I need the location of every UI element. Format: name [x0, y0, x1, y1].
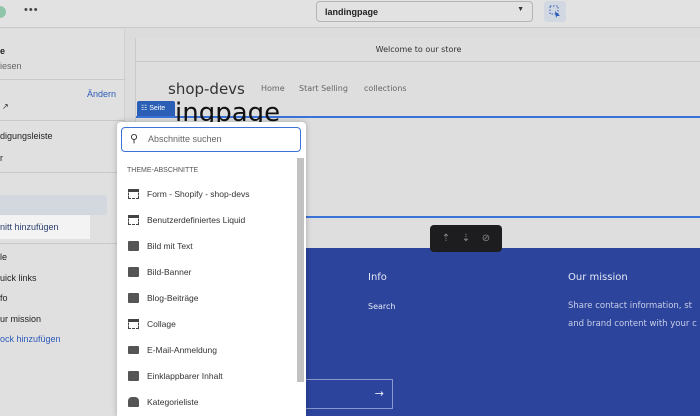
newsletter-input[interactable]: →: [296, 379, 393, 409]
option-label: Kategorieliste: [147, 397, 199, 407]
option-label: Einklappbarer Inhalt: [147, 371, 223, 381]
nav-collections[interactable]: collections: [364, 84, 407, 93]
sidebar-item[interactable]: le: [0, 252, 7, 262]
option-label: Blog-Beiträge: [147, 293, 199, 303]
image-icon: [128, 267, 139, 277]
section-icon: [128, 215, 139, 225]
change-link[interactable]: Ändern: [87, 89, 116, 99]
section-option[interactable]: Kategorieliste: [117, 389, 295, 415]
sidebar-item-announcement-bar[interactable]: digungsleiste: [0, 131, 53, 141]
section-option[interactable]: Collage: [117, 311, 295, 337]
option-label: Form - Shopify - shop-devs: [147, 189, 250, 199]
sidebar-text: e: [0, 46, 6, 56]
sidebar-item-quick-links[interactable]: uick links: [0, 273, 37, 283]
section-tag[interactable]: ☷ Seite: [137, 101, 175, 116]
section-tag-label: Seite: [149, 105, 166, 112]
footer-mission-heading: Our mission: [568, 272, 628, 283]
group-heading: THEME-ABSCHNITTE: [127, 167, 199, 174]
arrow-right-icon[interactable]: →: [375, 387, 384, 400]
section-option[interactable]: Bild mit Text: [117, 233, 295, 259]
section-search-input[interactable]: ⚲ Abschnitte suchen: [121, 127, 301, 152]
blog-icon: [128, 293, 139, 303]
external-link-icon[interactable]: ↗: [2, 102, 9, 111]
avatar[interactable]: [0, 6, 6, 18]
section-option[interactable]: E-Mail-Anmeldung: [117, 337, 295, 363]
nav-home[interactable]: Home: [261, 84, 285, 93]
hide-icon[interactable]: ⊘: [482, 233, 490, 244]
section-option[interactable]: Form - Shopify - shop-devs: [117, 181, 295, 207]
move-down-icon[interactable]: ⇣: [462, 233, 470, 244]
store-logo[interactable]: shop-devs: [168, 80, 245, 98]
section-icon: [128, 189, 139, 199]
move-up-icon[interactable]: ⇡: [442, 233, 450, 244]
text-icon: [128, 241, 139, 251]
add-block-link[interactable]: ock hinzufügen: [0, 334, 61, 344]
select-cursor-icon: [549, 5, 560, 18]
option-label: Collage: [147, 319, 176, 329]
inspector-select-button[interactable]: [544, 1, 566, 22]
sidebar: e iesen Ändern ↗ digungsleiste r nitt hi…: [0, 29, 125, 416]
mail-icon: [128, 346, 139, 354]
option-label: Bild mit Text: [147, 241, 193, 251]
option-label: Bild-Banner: [147, 267, 192, 277]
scrollbar[interactable]: [297, 158, 304, 382]
add-section-button[interactable]: nitt hinzufügen: [0, 215, 90, 239]
footer-search-link[interactable]: Search: [368, 302, 395, 311]
text-icon: [128, 371, 139, 381]
footer-mission-text: Share contact information, st: [568, 301, 692, 311]
search-icon: ⚲: [130, 133, 139, 145]
sidebar-item-header[interactable]: r: [0, 153, 3, 163]
section-option[interactable]: Bild-Banner: [117, 259, 295, 285]
tag-icon: [128, 397, 139, 407]
add-section-label: nitt hinzufügen: [0, 222, 59, 232]
section-toolbar: ⇡ ⇣ ⊘: [430, 225, 502, 252]
search-placeholder: Abschnitte suchen: [148, 134, 222, 144]
chevron-down-icon: ▼: [517, 6, 524, 13]
footer-mission-text-2: and brand content with your c: [568, 319, 697, 329]
section-icon: ☷: [141, 105, 150, 112]
top-bar: ••• landingpage ▼: [0, 0, 700, 28]
announcement-bar: Welcome to our store: [136, 38, 700, 62]
section-option[interactable]: Blog-Beiträge: [117, 285, 295, 311]
option-label: Benutzerdefiniertes Liquid: [147, 215, 246, 225]
page-select-value: landingpage: [325, 7, 379, 17]
option-label: E-Mail-Anmeldung: [147, 345, 217, 355]
sidebar-item-our-mission[interactable]: ur mission: [0, 314, 41, 324]
section-option[interactable]: Benutzerdefiniertes Liquid: [117, 207, 295, 233]
page-select[interactable]: landingpage ▼: [316, 1, 533, 22]
section-option[interactable]: Einklappbarer Inhalt: [117, 363, 295, 389]
sidebar-subtext: iesen: [0, 61, 22, 71]
footer-info-heading: Info: [368, 272, 387, 283]
sidebar-item-info[interactable]: fo: [0, 293, 8, 303]
section-icon: [128, 319, 139, 329]
more-menu-button[interactable]: •••: [24, 4, 39, 16]
sidebar-item-selected[interactable]: [0, 195, 107, 215]
add-section-popover: ⚲ Abschnitte suchen THEME-ABSCHNITTE Form…: [117, 122, 306, 416]
nav-start-selling[interactable]: Start Selling: [299, 84, 348, 93]
